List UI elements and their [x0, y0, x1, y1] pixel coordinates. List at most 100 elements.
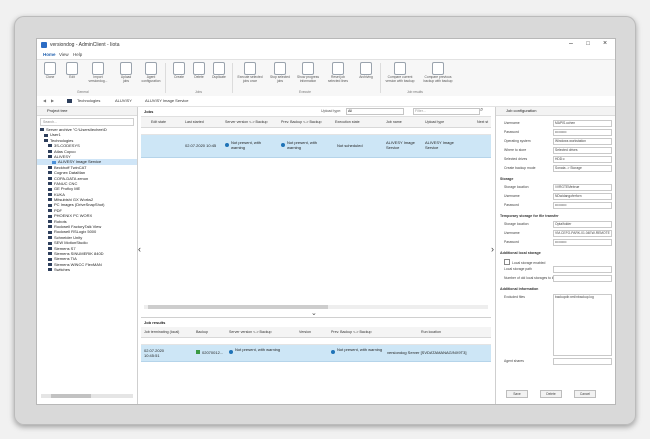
- tree-search-input[interactable]: Search...: [40, 118, 134, 126]
- upload-jobs-button[interactable]: Upload jobs: [115, 62, 137, 90]
- property-field[interactable]: [553, 275, 612, 282]
- property-field[interactable]: [553, 266, 612, 273]
- progress-icon: [302, 62, 314, 75]
- property-label: Agent shares: [504, 359, 524, 363]
- show-progress-button[interactable]: Show progress information: [295, 62, 321, 90]
- execute-jobs-button[interactable]: Execute selected jobs once: [235, 62, 265, 90]
- property-field[interactable]: Opta/folder: [553, 221, 612, 228]
- scroll-thumb[interactable]: [51, 394, 91, 398]
- col-server-version[interactable]: Server version <-> Backup: [229, 330, 272, 334]
- menu-view[interactable]: View: [59, 52, 69, 57]
- col-prev-backup[interactable]: Prev. Backup <-> Backup: [331, 330, 371, 334]
- property-field[interactable]: [553, 358, 612, 365]
- results-filter-row: [141, 338, 491, 345]
- section-header[interactable]: Additional local storage: [500, 251, 541, 255]
- create-icon: [173, 62, 185, 75]
- col-next-start[interactable]: Next st: [477, 120, 488, 124]
- folder-icon: [48, 203, 52, 207]
- folder-icon: [48, 171, 52, 175]
- property-field[interactable]: Sonata -> Storage: [553, 165, 612, 172]
- breadcrumb-aluvisy[interactable]: ALUVISY: [115, 98, 132, 103]
- create-button[interactable]: Create: [168, 62, 190, 90]
- section-header[interactable]: Additional information: [500, 287, 538, 291]
- property-field[interactable]: Selected drives: [553, 147, 612, 154]
- property-field[interactable]: VM-CEFO-PARK-01.04EW-REMOTE: [553, 230, 612, 237]
- archiving-button[interactable]: Archiving: [355, 62, 377, 90]
- stop-jobs-button[interactable]: Stop selected jobs: [269, 62, 291, 90]
- col-execution-state[interactable]: Execution state: [335, 120, 360, 124]
- folder-icon: [48, 209, 52, 213]
- compare-previous-button[interactable]: Compare previous backup with backup: [421, 62, 455, 90]
- compare-current-button[interactable]: Compare current version with backup: [383, 62, 417, 90]
- property-field[interactable]: ••••••••••: [553, 129, 612, 136]
- back-button[interactable]: ◀: [43, 98, 46, 103]
- checkbox-icon[interactable]: [504, 259, 510, 265]
- menu-home[interactable]: Home: [43, 52, 56, 57]
- compare-status-icon: [281, 143, 285, 147]
- duplicate-button[interactable]: Duplicate: [208, 62, 230, 90]
- clone-button[interactable]: Clone: [39, 62, 61, 90]
- tree-item-label: Mitsubishi GX Works2: [54, 197, 94, 203]
- col-edit-state[interactable]: Edit state: [151, 120, 166, 124]
- reset-job-button[interactable]: Reset job selected lines: [325, 62, 351, 90]
- property-field[interactable]: ••••••••••: [553, 239, 612, 246]
- table-row[interactable]: 02.07.2020 10:45:51 02070012... Not pres…: [141, 345, 491, 362]
- ribbon: Clone Edit Import versiondog... Upload j…: [37, 59, 615, 97]
- window-title: versiondog - AdminClient - Iiota: [50, 42, 120, 48]
- chevron-down-icon[interactable]: ⌄: [311, 309, 317, 317]
- save-button[interactable]: Save: [506, 390, 528, 398]
- delete-button[interactable]: Delete: [188, 62, 210, 90]
- col-last-started[interactable]: Last started: [185, 120, 204, 124]
- property-label: Storage location: [504, 222, 529, 226]
- property-field[interactable]: Windows workstation: [553, 138, 612, 145]
- minimize-button[interactable]: –: [563, 40, 579, 47]
- upload-type-select[interactable]: All: [346, 108, 404, 115]
- cancel-button[interactable]: Cancel: [574, 390, 596, 398]
- tree-item-label: Atlas Copco: [54, 148, 76, 154]
- import-button[interactable]: Import versiondog...: [87, 62, 109, 90]
- breadcrumb-technologies[interactable]: Technologies: [77, 98, 100, 103]
- col-upload-type[interactable]: Upload type: [425, 120, 444, 124]
- tree-item-label: Schneider Unity: [54, 234, 83, 240]
- close-button[interactable]: ×: [597, 40, 613, 47]
- section-header[interactable]: Temporary storage for file transfer: [500, 214, 559, 218]
- local-storage-checkbox[interactable]: Local storage enabled: [504, 259, 545, 265]
- menu-bar: Home View Help: [37, 51, 615, 59]
- delete-button[interactable]: Delete: [540, 390, 562, 398]
- breadcrumb-image-service[interactable]: ALUVISY Image Service: [145, 98, 189, 103]
- forward-button[interactable]: ▶: [51, 98, 54, 103]
- horizontal-scrollbar[interactable]: [41, 394, 133, 398]
- search-icon[interactable]: ⌕: [480, 107, 483, 114]
- col-job-terminating[interactable]: Job terminating (local): [144, 330, 179, 334]
- table-row[interactable]: 02.07.2020 10:45 Not present, with warni…: [141, 135, 491, 158]
- tree-item-label: Beckhoff TwinCAT: [54, 164, 87, 170]
- col-server-version[interactable]: Server version <-> Backup: [225, 120, 268, 124]
- property-field[interactable]: NDwidangoferforn: [553, 193, 612, 200]
- property-label: Password: [504, 240, 519, 244]
- maximize-button[interactable]: □: [580, 41, 596, 47]
- property-field[interactable]: backupdir.xml\nbackup.log: [553, 294, 612, 356]
- col-job-name[interactable]: Job name: [386, 120, 402, 124]
- col-backup[interactable]: Backup: [196, 330, 208, 334]
- property-field[interactable]: MAPIS.uchen: [553, 120, 612, 127]
- col-prev-backup[interactable]: Prev. Backup <-> Backup: [281, 120, 321, 124]
- col-version[interactable]: Version: [299, 330, 311, 334]
- section-header[interactable]: Storage: [500, 177, 513, 181]
- edit-icon: [66, 62, 78, 75]
- cell-run-location: versiondog Server [SVDATAMANAG/NX9T3]: [387, 350, 467, 355]
- scroll-thumb[interactable]: [148, 305, 328, 309]
- edit-button[interactable]: Edit: [61, 62, 83, 90]
- menu-help[interactable]: Help: [73, 52, 82, 57]
- property-field[interactable]: \\VRGTEMebrue: [553, 184, 612, 191]
- col-run-location[interactable]: Run location: [421, 330, 441, 334]
- property-field[interactable]: HDD:c: [553, 156, 612, 163]
- agent-configuration-button[interactable]: Agent configuration: [140, 62, 162, 90]
- jobs-filter-input[interactable]: Filter...: [413, 108, 480, 115]
- service-icon: [52, 160, 56, 164]
- property-label: Username: [504, 194, 520, 198]
- folder-icon: [48, 192, 52, 196]
- tree-item[interactable]: Switches: [37, 267, 137, 272]
- folder-icon: [48, 182, 52, 186]
- property-field[interactable]: ••••••••••: [553, 202, 612, 209]
- tree-item-label: 3S-CODESYS: [54, 143, 80, 149]
